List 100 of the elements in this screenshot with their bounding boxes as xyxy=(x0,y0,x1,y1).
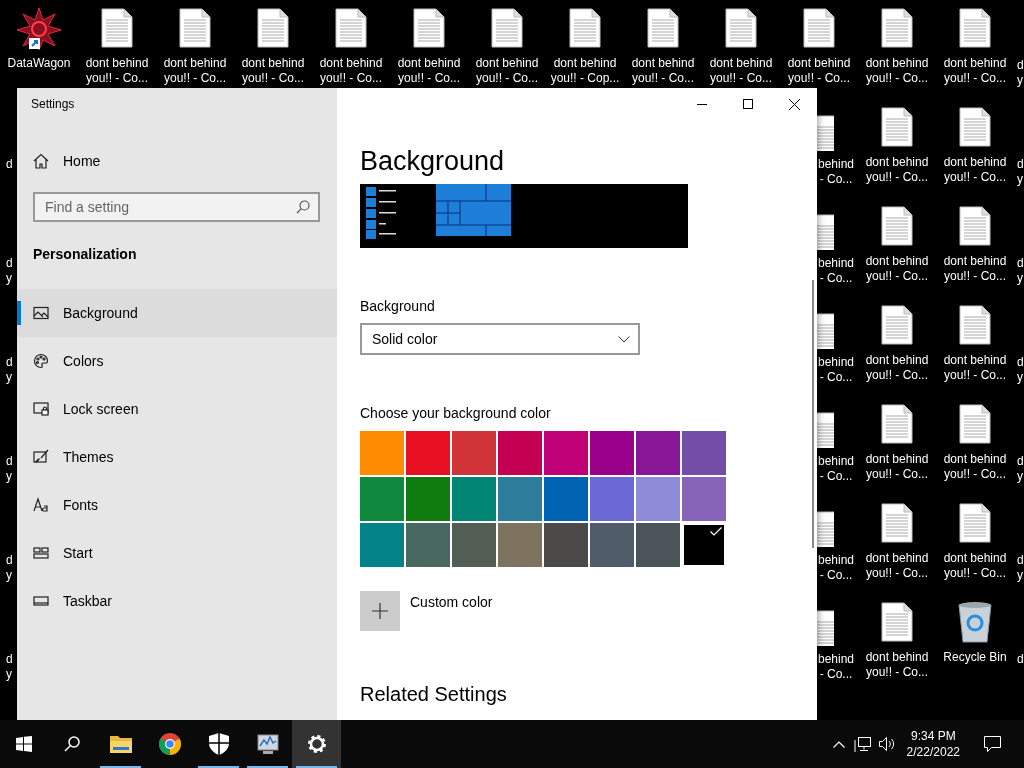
document-icon xyxy=(881,6,913,50)
icon-label: d y xyxy=(6,652,13,682)
nav-item[interactable]: Fonts xyxy=(17,481,337,529)
color-swatch[interactable] xyxy=(682,431,726,475)
color-swatch[interactable] xyxy=(360,523,404,567)
color-swatch[interactable] xyxy=(406,523,450,567)
color-swatch[interactable] xyxy=(636,477,680,521)
icon-label: behind - Co... xyxy=(818,454,855,484)
nav-item[interactable]: Taskbar xyxy=(17,577,337,625)
minimize-icon xyxy=(697,103,707,105)
section-heading: Personalization xyxy=(33,245,138,264)
icon-label: behind - Co... xyxy=(818,652,855,682)
fonts-icon xyxy=(33,497,49,513)
color-swatch[interactable] xyxy=(544,477,588,521)
icon-label: behind - Co... xyxy=(818,355,855,385)
icon-label: behind - Co... xyxy=(818,157,855,187)
icon-label: Recycle Bin xyxy=(943,650,1007,665)
color-swatch[interactable] xyxy=(682,523,726,567)
maximize-icon xyxy=(743,99,753,109)
color-swatch[interactable] xyxy=(636,431,680,475)
color-swatch[interactable] xyxy=(406,431,450,475)
home-link[interactable]: Home xyxy=(17,141,337,181)
field-label: Choose your background color xyxy=(360,404,552,423)
icon-label: d y xyxy=(1017,553,1024,583)
icon-label: dont behind you!! - Co... xyxy=(943,155,1007,185)
document-icon xyxy=(959,501,991,545)
document-icon xyxy=(881,204,913,248)
icon-label: d y xyxy=(1017,157,1024,187)
document-icon xyxy=(959,303,991,347)
color-swatch[interactable] xyxy=(590,477,634,521)
color-swatch[interactable] xyxy=(360,431,404,475)
home-icon xyxy=(33,153,49,169)
app-shortcut-icon xyxy=(15,6,63,50)
color-swatch[interactable] xyxy=(498,523,542,567)
icon-label: d xyxy=(6,157,13,172)
color-swatch[interactable] xyxy=(406,477,450,521)
icon-label: dont behind you!! - Co... xyxy=(943,56,1007,86)
icon-label: dont behind you!! - Co... xyxy=(943,353,1007,383)
icon-label: dont behind you!! - Co... xyxy=(631,56,695,86)
icon-label: dont behind you!! - Co... xyxy=(943,452,1007,482)
color-swatch[interactable] xyxy=(452,523,496,567)
document-icon xyxy=(413,6,445,50)
icon-label: d xyxy=(1017,652,1024,667)
palette-icon xyxy=(33,353,49,369)
icon-label: d y xyxy=(6,355,13,385)
color-swatch[interactable] xyxy=(682,477,726,521)
color-swatch[interactable] xyxy=(590,523,634,567)
document-icon xyxy=(257,6,289,50)
icon-label: d y xyxy=(1017,454,1024,484)
icon-label: dont behind you!! - Cop... xyxy=(550,56,620,86)
scrollbar[interactable] xyxy=(812,280,814,548)
document-icon xyxy=(959,6,991,50)
search-field[interactable]: Find a setting xyxy=(33,192,320,222)
icon-label: dont behind you!! - Co... xyxy=(397,56,461,86)
nav-item[interactable]: Start xyxy=(17,529,337,577)
icon-label: dont behind you!! - Co... xyxy=(943,254,1007,284)
custom-color-label: Custom color xyxy=(410,594,493,610)
recycle-bin-icon xyxy=(957,600,993,644)
document-icon xyxy=(881,501,913,545)
icon-label: dont behind you!! - Co... xyxy=(865,452,929,482)
icon-label: dont behind you!! - Co... xyxy=(865,650,929,680)
nav-item[interactable]: Background xyxy=(17,289,337,337)
color-swatch[interactable] xyxy=(452,477,496,521)
color-swatch[interactable] xyxy=(636,523,680,567)
start-icon xyxy=(33,545,49,561)
icon-label: dont behind you!! - Co... xyxy=(787,56,851,86)
custom-color-button[interactable] xyxy=(360,591,400,631)
chevron-down-icon xyxy=(618,335,630,343)
nav-item[interactable]: Themes xyxy=(17,433,337,481)
document-icon xyxy=(725,6,757,50)
color-swatch[interactable] xyxy=(544,523,588,567)
background-dropdown[interactable]: Solid color xyxy=(360,323,640,355)
document-icon xyxy=(179,6,211,50)
document-icon xyxy=(959,204,991,248)
color-swatch[interactable] xyxy=(498,431,542,475)
section-heading: Related Settings xyxy=(360,682,508,707)
icon-label: dont behind you!! - Co... xyxy=(865,551,929,581)
icon-label: dont behind you!! - Co... xyxy=(163,56,227,86)
brush-icon xyxy=(33,449,49,465)
caret-up-icon xyxy=(832,740,845,748)
document-icon xyxy=(881,303,913,347)
color-swatch[interactable] xyxy=(498,477,542,521)
document-icon xyxy=(335,6,367,50)
color-swatch[interactable] xyxy=(452,431,496,475)
plus-icon xyxy=(372,603,388,619)
icon-label: d y xyxy=(1017,355,1024,385)
icon-label: dont behind you!! - Co... xyxy=(865,56,929,86)
icon-label: d y xyxy=(6,256,13,286)
color-swatch[interactable] xyxy=(544,431,588,475)
document-icon xyxy=(569,6,601,50)
color-swatch[interactable] xyxy=(360,477,404,521)
taskbar-app[interactable] xyxy=(292,720,341,768)
document-icon xyxy=(959,105,991,149)
document-icon xyxy=(647,6,679,50)
nav-item[interactable]: Colors xyxy=(17,337,337,385)
color-swatch[interactable] xyxy=(590,431,634,475)
clock[interactable]: 9:34 PM 2/22/2022 xyxy=(898,720,968,768)
nav-item[interactable]: Lock screen xyxy=(17,385,337,433)
close-icon xyxy=(788,98,800,110)
windows-logo-icon xyxy=(16,736,32,752)
